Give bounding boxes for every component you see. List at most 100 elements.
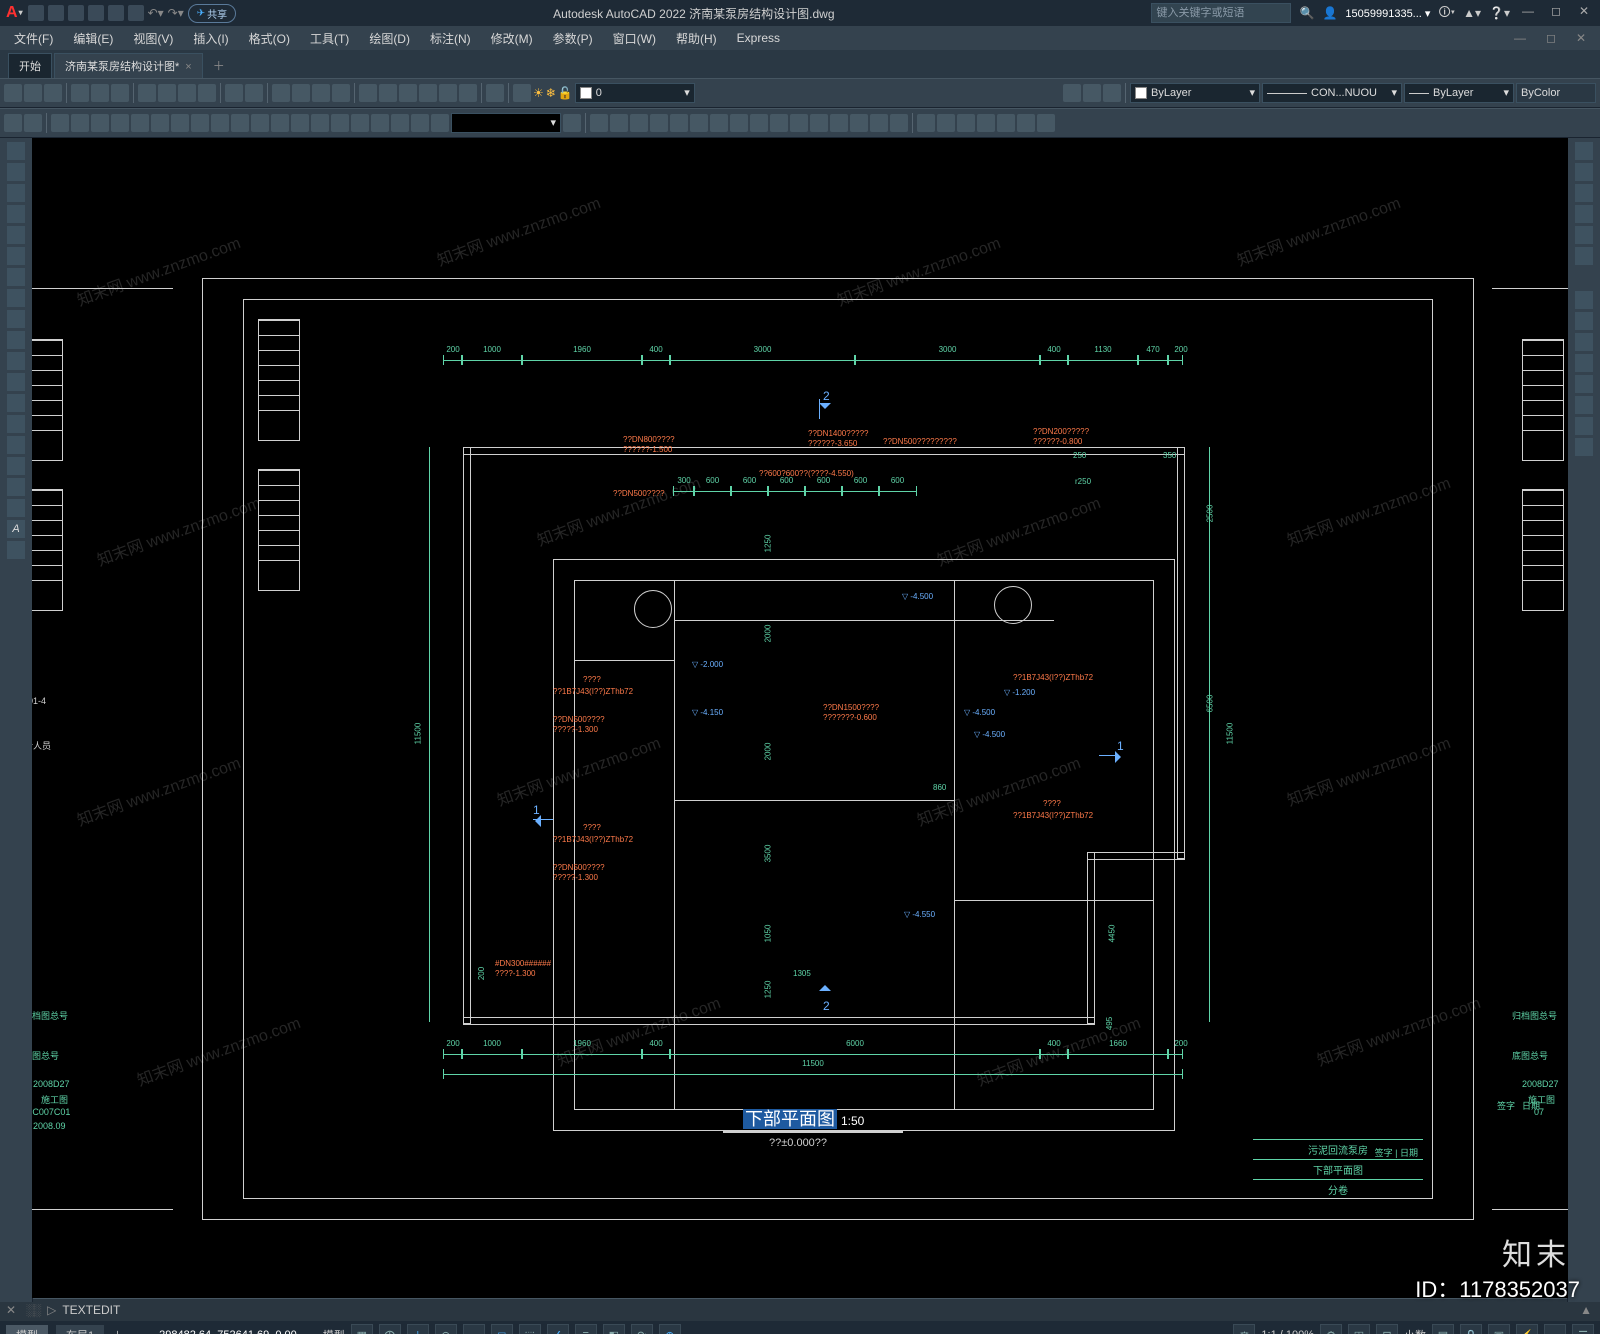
menu-draw[interactable]: 绘图(D) (359, 30, 420, 47)
layer-freeze-icon[interactable]: ❄ (546, 86, 556, 100)
ellarc-icon[interactable] (7, 352, 25, 370)
menu-param[interactable]: 参数(P) (543, 30, 603, 47)
dimted-icon[interactable] (411, 114, 429, 132)
dyn-icon[interactable]: ⊕ (659, 1324, 681, 1334)
mtext-icon[interactable]: A (7, 520, 25, 538)
render-icon[interactable] (1575, 417, 1593, 435)
layer-lock-icon[interactable]: 🔓 (558, 86, 573, 100)
clean-icon[interactable]: ▭ (1544, 1324, 1566, 1334)
open-icon[interactable] (48, 5, 64, 21)
layer-sun-icon[interactable]: ☀ (533, 86, 544, 100)
dimrad-icon[interactable] (131, 114, 149, 132)
match-icon[interactable] (198, 84, 216, 102)
dimbas-icon[interactable] (231, 114, 249, 132)
hatch2-icon[interactable] (937, 114, 955, 132)
pan2-icon[interactable] (1575, 184, 1593, 202)
join-icon[interactable] (830, 114, 848, 132)
print-icon[interactable] (71, 84, 89, 102)
user-menu[interactable]: 15059991335... ▾ (1345, 7, 1430, 20)
annomon-icon[interactable]: ⊡ (1376, 1324, 1398, 1334)
cen-icon[interactable] (331, 114, 349, 132)
dimlin-icon[interactable] (51, 114, 69, 132)
dimdia-icon[interactable] (171, 114, 189, 132)
model-indicator[interactable]: 模型 (323, 1327, 345, 1334)
zoom-icon[interactable] (292, 84, 310, 102)
hatch-icon[interactable] (7, 436, 25, 454)
search-input[interactable]: 键入关键字或短语 (1151, 3, 1291, 23)
dist-icon[interactable] (4, 114, 22, 132)
transp-icon[interactable]: ◧ (603, 1324, 625, 1334)
menu-format[interactable]: 格式(O) (239, 30, 300, 47)
extend-icon[interactable] (790, 114, 808, 132)
annoscale-icon[interactable]: ⚖ (1233, 1324, 1255, 1334)
fillet-icon[interactable] (870, 114, 888, 132)
snap-icon[interactable]: ⨁ (379, 1324, 401, 1334)
layer-dropdown[interactable]: 0▾ (575, 83, 695, 103)
restore-button[interactable]: ◻ (1546, 4, 1566, 22)
line-icon[interactable] (7, 142, 25, 160)
model-tab[interactable]: 模型 (6, 1325, 48, 1334)
3dosnap-icon[interactable]: ⬚ (519, 1324, 541, 1334)
doc-minimize-icon[interactable]: — (1504, 31, 1536, 45)
dimed-icon[interactable] (391, 114, 409, 132)
publish-icon[interactable] (111, 84, 129, 102)
jogln-icon[interactable] (371, 114, 389, 132)
ellipse-icon[interactable] (7, 331, 25, 349)
region2-icon[interactable] (7, 478, 25, 496)
save-icon[interactable] (44, 84, 62, 102)
showmo-icon[interactable] (1575, 247, 1593, 265)
minimize-button[interactable]: — (1518, 4, 1538, 22)
cam-icon[interactable] (1575, 438, 1593, 456)
zoomext-icon[interactable] (1575, 205, 1593, 223)
dimcon-icon[interactable] (251, 114, 269, 132)
3dview-icon[interactable] (1575, 312, 1593, 330)
pline-icon[interactable] (7, 184, 25, 202)
menu-modify[interactable]: 修改(M) (481, 30, 543, 47)
mirror-icon[interactable] (630, 114, 648, 132)
command-input[interactable] (56, 1303, 1572, 1317)
arc-icon[interactable] (7, 247, 25, 265)
gradient-icon[interactable] (7, 457, 25, 475)
open-icon[interactable] (24, 84, 42, 102)
saveas-icon[interactable] (88, 5, 104, 21)
units-display[interactable]: 小数 (1404, 1327, 1426, 1334)
menu-tools[interactable]: 工具(T) (300, 30, 359, 47)
qdim-icon[interactable] (211, 114, 229, 132)
lineweight-dropdown[interactable]: ByLayer▾ (1404, 83, 1514, 103)
pan-icon[interactable] (272, 84, 290, 102)
undo-icon[interactable]: ↶▾ (148, 6, 164, 20)
tol-icon[interactable] (311, 114, 329, 132)
cut-icon[interactable] (138, 84, 156, 102)
trim-icon[interactable] (770, 114, 788, 132)
polar-icon[interactable]: ⊙ (435, 1324, 457, 1334)
ortho-icon[interactable]: ⟂ (407, 1324, 429, 1334)
dimjog-icon[interactable] (151, 114, 169, 132)
dimord-icon[interactable] (111, 114, 129, 132)
draworder-icon[interactable] (917, 114, 935, 132)
osnap-icon[interactable]: ◻ (491, 1324, 513, 1334)
user-icon[interactable]: 👤 (1322, 6, 1337, 20)
menu-window[interactable]: 窗口(W) (603, 30, 666, 47)
scale-display[interactable]: 1:1 / 100% (1261, 1329, 1314, 1334)
zoomprev-icon[interactable] (332, 84, 350, 102)
lock-icon[interactable]: 🔒 (1460, 1324, 1482, 1334)
menu-insert[interactable]: 插入(I) (183, 30, 238, 47)
web-icon[interactable] (108, 5, 124, 21)
app-logo[interactable]: A (6, 4, 22, 22)
undo2-icon[interactable] (225, 84, 243, 102)
navwheel-icon[interactable] (1575, 163, 1593, 181)
insert-icon[interactable] (7, 373, 25, 391)
zoomwin-icon[interactable] (312, 84, 330, 102)
insp-icon[interactable] (351, 114, 369, 132)
layout-tab[interactable]: 布局1 (56, 1325, 104, 1334)
model-canvas[interactable]: 知末网 www.znzmo.com 知末网 www.znzmo.com 知末网 … (32, 138, 1568, 1298)
edge-icon[interactable] (1575, 354, 1593, 372)
props-icon[interactable] (359, 84, 377, 102)
grad-icon[interactable] (957, 114, 975, 132)
layout-add-button[interactable]: ＋ (112, 1327, 123, 1334)
block-icon[interactable] (7, 394, 25, 412)
tab-close-icon[interactable]: × (185, 61, 191, 73)
hw-icon[interactable]: ⚡ (1516, 1324, 1538, 1334)
new-icon[interactable] (28, 5, 44, 21)
menu-help[interactable]: 帮助(H) (666, 30, 727, 47)
